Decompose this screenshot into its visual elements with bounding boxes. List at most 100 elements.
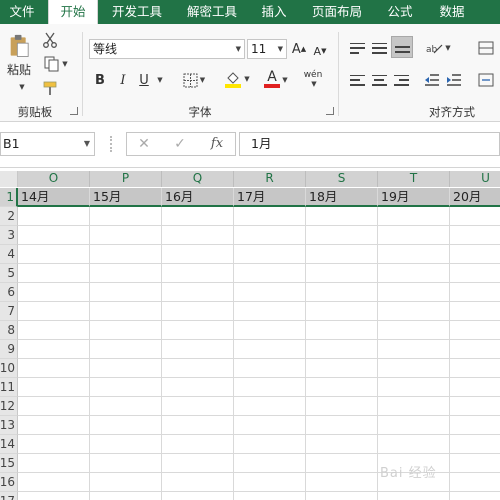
cell-u11[interactable] bbox=[450, 378, 500, 397]
cell-q17[interactable] bbox=[162, 492, 234, 500]
cell-u5[interactable] bbox=[450, 264, 500, 283]
italic-button[interactable]: I bbox=[114, 70, 132, 90]
column-header-s[interactable]: S bbox=[306, 171, 378, 187]
cell-p2[interactable] bbox=[90, 207, 162, 226]
cell-q12[interactable] bbox=[162, 397, 234, 416]
column-header-u[interactable]: U bbox=[450, 171, 500, 187]
cell-r8[interactable] bbox=[234, 321, 306, 340]
cell-o6[interactable] bbox=[18, 283, 90, 302]
cell-s13[interactable] bbox=[306, 416, 378, 435]
cell-p8[interactable] bbox=[90, 321, 162, 340]
column-header-r[interactable]: R bbox=[234, 171, 306, 187]
cell-q13[interactable] bbox=[162, 416, 234, 435]
cell-r11[interactable] bbox=[234, 378, 306, 397]
cell-o10[interactable] bbox=[18, 359, 90, 378]
row-header-6[interactable]: 6 bbox=[0, 283, 18, 302]
tab-page-layout[interactable]: 页面布局 bbox=[303, 0, 371, 24]
cell-s1[interactable]: 18月 bbox=[306, 188, 378, 207]
cell-r17[interactable] bbox=[234, 492, 306, 500]
cell-p6[interactable] bbox=[90, 283, 162, 302]
paste-dropdown[interactable]: ▼ bbox=[14, 82, 28, 92]
cell-s17[interactable] bbox=[306, 492, 378, 500]
cell-p7[interactable] bbox=[90, 302, 162, 321]
column-header-q[interactable]: Q bbox=[162, 171, 234, 187]
cell-o1[interactable]: 14月 bbox=[18, 188, 90, 207]
cell-t7[interactable] bbox=[378, 302, 450, 321]
cell-q14[interactable] bbox=[162, 435, 234, 454]
cell-r3[interactable] bbox=[234, 226, 306, 245]
font-color-dropdown[interactable]: ▼ bbox=[278, 70, 290, 90]
increase-indent-button[interactable] bbox=[444, 70, 464, 90]
cell-u10[interactable] bbox=[450, 359, 500, 378]
name-box[interactable]: B1 ▼ bbox=[0, 132, 95, 156]
underline-dropdown[interactable]: ▼ bbox=[153, 70, 165, 90]
cell-s3[interactable] bbox=[306, 226, 378, 245]
cell-r12[interactable] bbox=[234, 397, 306, 416]
fill-color-button[interactable]: ▼ bbox=[220, 68, 254, 90]
align-middle-button[interactable] bbox=[369, 38, 389, 58]
cell-q7[interactable] bbox=[162, 302, 234, 321]
cell-p13[interactable] bbox=[90, 416, 162, 435]
cell-u15[interactable] bbox=[450, 454, 500, 473]
font-size-combo[interactable]: 11 ▼ bbox=[247, 39, 287, 59]
cell-s8[interactable] bbox=[306, 321, 378, 340]
cell-r15[interactable] bbox=[234, 454, 306, 473]
cell-u17[interactable] bbox=[450, 492, 500, 500]
cell-u1[interactable]: 20月 bbox=[450, 188, 500, 207]
cell-u12[interactable] bbox=[450, 397, 500, 416]
column-header-o[interactable]: O bbox=[18, 171, 90, 187]
cell-r7[interactable] bbox=[234, 302, 306, 321]
cell-u16[interactable] bbox=[450, 473, 500, 492]
cell-u7[interactable] bbox=[450, 302, 500, 321]
orientation-button[interactable]: ab ▼ bbox=[422, 38, 454, 58]
font-launcher-icon[interactable] bbox=[326, 107, 334, 115]
row-header-14[interactable]: 14 bbox=[0, 435, 18, 454]
underline-button[interactable]: U bbox=[136, 70, 152, 90]
cell-p16[interactable] bbox=[90, 473, 162, 492]
cell-o11[interactable] bbox=[18, 378, 90, 397]
cell-r1[interactable]: 17月 bbox=[234, 188, 306, 207]
cell-s15[interactable] bbox=[306, 454, 378, 473]
cell-q15[interactable] bbox=[162, 454, 234, 473]
row-header-9[interactable]: 9 bbox=[0, 340, 18, 359]
tab-data[interactable]: 数据 bbox=[430, 0, 474, 24]
cell-s9[interactable] bbox=[306, 340, 378, 359]
cell-q16[interactable] bbox=[162, 473, 234, 492]
cell-o15[interactable] bbox=[18, 454, 90, 473]
tab-formulas[interactable]: 公式 bbox=[380, 0, 420, 24]
align-left-button[interactable] bbox=[347, 70, 367, 90]
cell-s11[interactable] bbox=[306, 378, 378, 397]
cell-o13[interactable] bbox=[18, 416, 90, 435]
font-name-combo[interactable]: 等线 ▼ bbox=[89, 39, 245, 59]
cell-t2[interactable] bbox=[378, 207, 450, 226]
cell-q2[interactable] bbox=[162, 207, 234, 226]
cell-t14[interactable] bbox=[378, 435, 450, 454]
cell-q11[interactable] bbox=[162, 378, 234, 397]
cell-t1[interactable]: 19月 bbox=[378, 188, 450, 207]
decrease-indent-button[interactable] bbox=[422, 70, 442, 90]
cell-u2[interactable] bbox=[450, 207, 500, 226]
cell-r14[interactable] bbox=[234, 435, 306, 454]
cancel-entry-icon[interactable]: ✕ bbox=[130, 132, 158, 156]
cell-p14[interactable] bbox=[90, 435, 162, 454]
clipboard-launcher-icon[interactable] bbox=[70, 107, 78, 115]
bold-button[interactable]: B bbox=[91, 70, 109, 90]
row-header-13[interactable]: 13 bbox=[0, 416, 18, 435]
cell-o16[interactable] bbox=[18, 473, 90, 492]
row-header-15[interactable]: 15 bbox=[0, 454, 18, 473]
cell-o7[interactable] bbox=[18, 302, 90, 321]
cell-t6[interactable] bbox=[378, 283, 450, 302]
cell-o8[interactable] bbox=[18, 321, 90, 340]
cell-s6[interactable] bbox=[306, 283, 378, 302]
copy-button[interactable]: ▼ bbox=[40, 54, 72, 74]
cell-q4[interactable] bbox=[162, 245, 234, 264]
cell-o9[interactable] bbox=[18, 340, 90, 359]
cell-q9[interactable] bbox=[162, 340, 234, 359]
cell-s14[interactable] bbox=[306, 435, 378, 454]
cell-t17[interactable] bbox=[378, 492, 450, 500]
row-header-16[interactable]: 16 bbox=[0, 473, 18, 492]
cell-r5[interactable] bbox=[234, 264, 306, 283]
cell-q1[interactable]: 16月 bbox=[162, 188, 234, 207]
cell-s2[interactable] bbox=[306, 207, 378, 226]
tab-insert[interactable]: 插入 bbox=[254, 0, 294, 24]
